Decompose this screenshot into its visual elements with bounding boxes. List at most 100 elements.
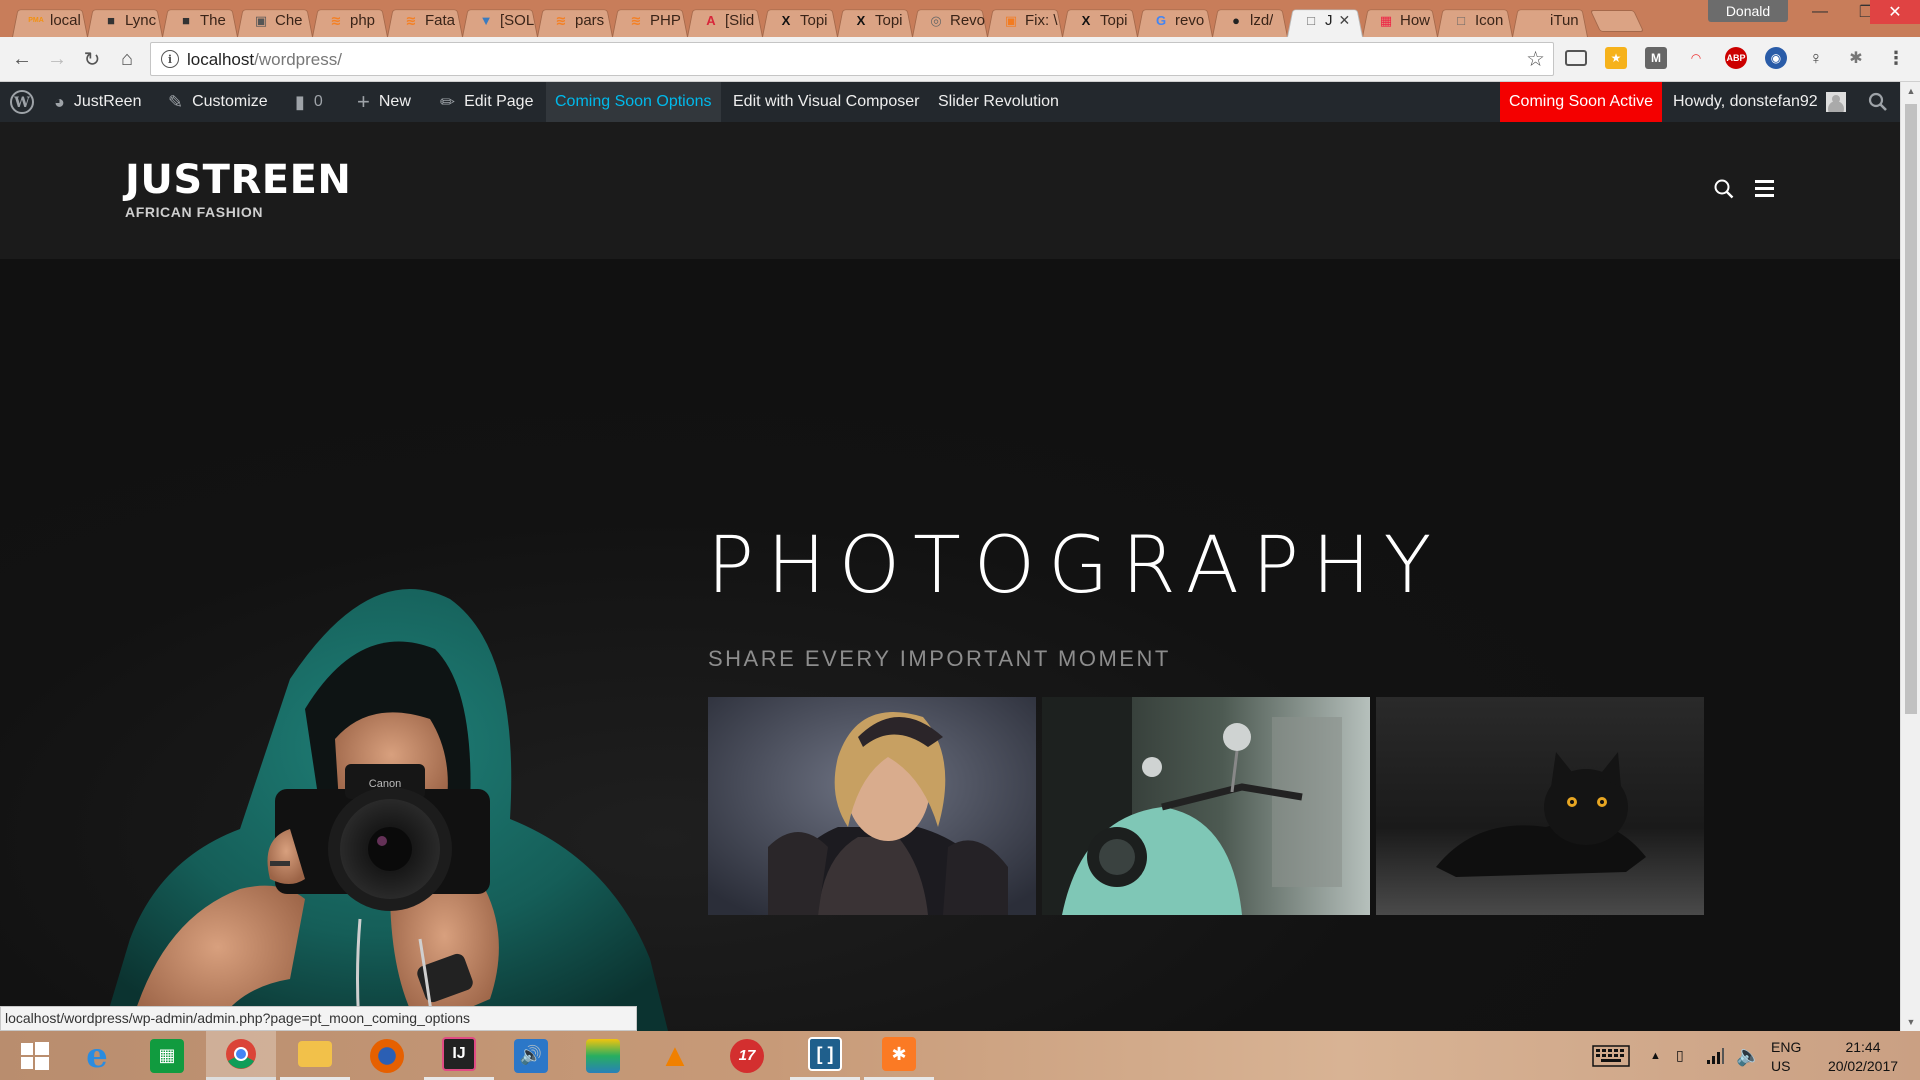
taskbar-app-17[interactable]: 17 <box>712 1031 782 1080</box>
browser-tab[interactable]: ■ Lync <box>81 4 169 37</box>
menu-kebab-icon[interactable]: ⋮ <box>1885 47 1907 69</box>
bookmark-extension-icon[interactable]: ★ <box>1605 47 1627 69</box>
forward-button[interactable]: → <box>43 45 71 73</box>
admin-search-button[interactable] <box>1868 82 1888 122</box>
cast-icon[interactable] <box>1565 50 1587 66</box>
taskbar-vlc[interactable]: ▲ <box>640 1031 710 1080</box>
network-signal-icon[interactable] <box>1706 1031 1724 1080</box>
input-language[interactable]: ENG US <box>1771 1038 1801 1076</box>
tab-title: Topi <box>875 12 903 29</box>
taskbar-xampp[interactable]: ✱ <box>864 1031 934 1080</box>
tab-title: iTun <box>1550 12 1579 29</box>
browser-tab[interactable]: X Topi <box>1056 4 1144 37</box>
tab-favicon-icon: X <box>856 13 866 28</box>
browser-tab[interactable]: ≋ PHP <box>606 4 694 37</box>
scroll-up-arrow-icon[interactable]: ▲ <box>1901 82 1920 100</box>
battery-icon[interactable]: ▯ <box>1676 1031 1684 1080</box>
close-window-button[interactable]: ✕ <box>1870 0 1920 24</box>
tab-title: pars <box>575 12 605 29</box>
wp-admin-bar: W ◕ JustReen ✎ Customize ▮ 0 + New ✏ Edit Pag… <box>0 82 1900 122</box>
browser-tab[interactable]: ≋ Fata <box>381 4 469 37</box>
profile-button[interactable]: Donald <box>1708 0 1788 22</box>
browser-tab[interactable]: ▣ Che <box>231 4 319 37</box>
volume-icon[interactable]: 🔈 <box>1736 1031 1761 1080</box>
search-icon[interactable] <box>1713 178 1735 200</box>
scroll-down-arrow-icon[interactable]: ▼ <box>1901 1013 1920 1031</box>
browser-tab[interactable]: PMA local <box>6 4 94 37</box>
tab-favicon-icon: ≋ <box>330 12 342 28</box>
browser-tab[interactable]: iTun <box>1506 4 1594 37</box>
edit-page-link[interactable]: ✏ Edit Page <box>440 82 533 122</box>
coming-soon-active-badge[interactable]: Coming Soon Active <box>1500 82 1663 122</box>
taskbar-chrome[interactable] <box>206 1031 276 1080</box>
m-extension-icon[interactable]: M <box>1645 47 1667 69</box>
browser-tab[interactable]: ▼ [SOL <box>456 4 544 37</box>
tab-title: php <box>350 12 376 29</box>
tab-favicon-icon: ≋ <box>405 12 417 28</box>
browser-tab[interactable]: ≋ pars <box>531 4 619 37</box>
bookmark-star-icon[interactable]: ☆ <box>1526 47 1545 72</box>
coming-soon-options-link[interactable]: Coming Soon Options <box>546 82 721 122</box>
gallery-photo-woman[interactable] <box>708 697 1036 915</box>
browser-tab[interactable]: □ Icon <box>1431 4 1519 37</box>
back-button[interactable]: ← <box>8 45 36 73</box>
taskbar-internet-explorer[interactable]: e <box>62 1031 132 1080</box>
customize-label: Customize <box>192 93 268 110</box>
system-clock[interactable]: 21:44 20/02/2017 <box>1818 1038 1908 1076</box>
url-host: localhost <box>187 50 255 69</box>
tab-favicon-icon: □ <box>1457 13 1465 28</box>
new-content-menu[interactable]: + New <box>357 82 411 122</box>
start-button[interactable] <box>0 1031 70 1080</box>
info-icon[interactable]: i <box>161 50 179 68</box>
lightbulb-extension-icon[interactable]: ♀ <box>1805 47 1827 69</box>
minimize-button[interactable]: — <box>1797 0 1843 24</box>
gallery-photo-scooter[interactable] <box>1042 697 1370 915</box>
browser-tab[interactable]: ▣ Fix: \ <box>981 4 1069 37</box>
site-logo[interactable]: JUSTREEN <box>125 157 351 203</box>
taskbar-sound-app[interactable]: 🔊 <box>496 1031 566 1080</box>
browser-tab[interactable]: ≋ php <box>306 4 394 37</box>
taskbar-store[interactable]: ▦ <box>132 1031 202 1080</box>
tray-expand-chevron-icon[interactable]: ▲ <box>1650 1031 1661 1080</box>
browser-tab[interactable]: X Topi <box>756 4 844 37</box>
globe-extension-icon[interactable]: ◉ <box>1765 47 1787 69</box>
customize-link[interactable]: ✎ Customize <box>168 82 268 122</box>
browser-tab[interactable]: Grevo <box>1131 4 1219 37</box>
visual-composer-link[interactable]: Edit with Visual Composer <box>733 82 919 122</box>
taskbar-intellij[interactable]: IJ <box>424 1031 494 1080</box>
taskbar-brackets[interactable]: [ ] <box>790 1031 860 1080</box>
slider-revolution-link[interactable]: Slider Revolution <box>938 82 1059 122</box>
adblock-icon[interactable]: ABP <box>1725 47 1747 69</box>
gallery-photo-black-cat[interactable] <box>1376 697 1704 915</box>
new-label: New <box>378 93 411 110</box>
tab-close-icon[interactable]: ✕ <box>1339 12 1351 29</box>
wp-logo-button[interactable]: W <box>9 82 35 122</box>
reload-button[interactable]: ↻ <box>78 45 106 73</box>
browser-tab[interactable]: A [Slid <box>681 4 769 37</box>
browser-tab[interactable]: ▦ How <box>1356 4 1444 37</box>
home-button[interactable]: ⌂ <box>113 45 141 73</box>
photo-gallery <box>708 697 1704 915</box>
hero-title: PHOTOGRAPHY <box>707 521 1445 611</box>
site-name-menu[interactable]: ◕ JustReen <box>54 82 141 122</box>
comments-link[interactable]: ▮ 0 <box>295 82 323 122</box>
hamburger-menu-icon[interactable] <box>1755 180 1774 197</box>
new-tab-button[interactable] <box>1589 10 1645 32</box>
browser-tab[interactable]: ◎ Revo <box>906 4 994 37</box>
address-url[interactable]: localhost/wordpress/ <box>187 50 342 70</box>
browser-tab[interactable]: □ J ✕ <box>1281 4 1369 37</box>
touch-keyboard-icon[interactable] <box>1592 1031 1630 1080</box>
browser-tab[interactable]: X Topi <box>831 4 919 37</box>
browser-tab[interactable]: ■ The <box>156 4 244 37</box>
tab-title: Lync <box>125 12 157 29</box>
taskbar-firefox[interactable] <box>352 1031 422 1080</box>
account-menu[interactable]: Howdy, donstefan92 <box>1673 82 1846 122</box>
taskbar-file-explorer[interactable] <box>280 1031 350 1080</box>
taskbar-bluestacks[interactable] <box>568 1031 638 1080</box>
scrollbar-thumb[interactable] <box>1905 104 1917 714</box>
tab-title: PHP <box>650 12 681 29</box>
puzzle-extension-icon[interactable]: ✱ <box>1845 47 1867 69</box>
address-bar[interactable]: i localhost/wordpress/ ☆ <box>150 42 1554 76</box>
rainbow-extension-icon[interactable]: ◠ <box>1685 47 1707 69</box>
page-scrollbar[interactable]: ▲ ▼ <box>1900 82 1920 1031</box>
